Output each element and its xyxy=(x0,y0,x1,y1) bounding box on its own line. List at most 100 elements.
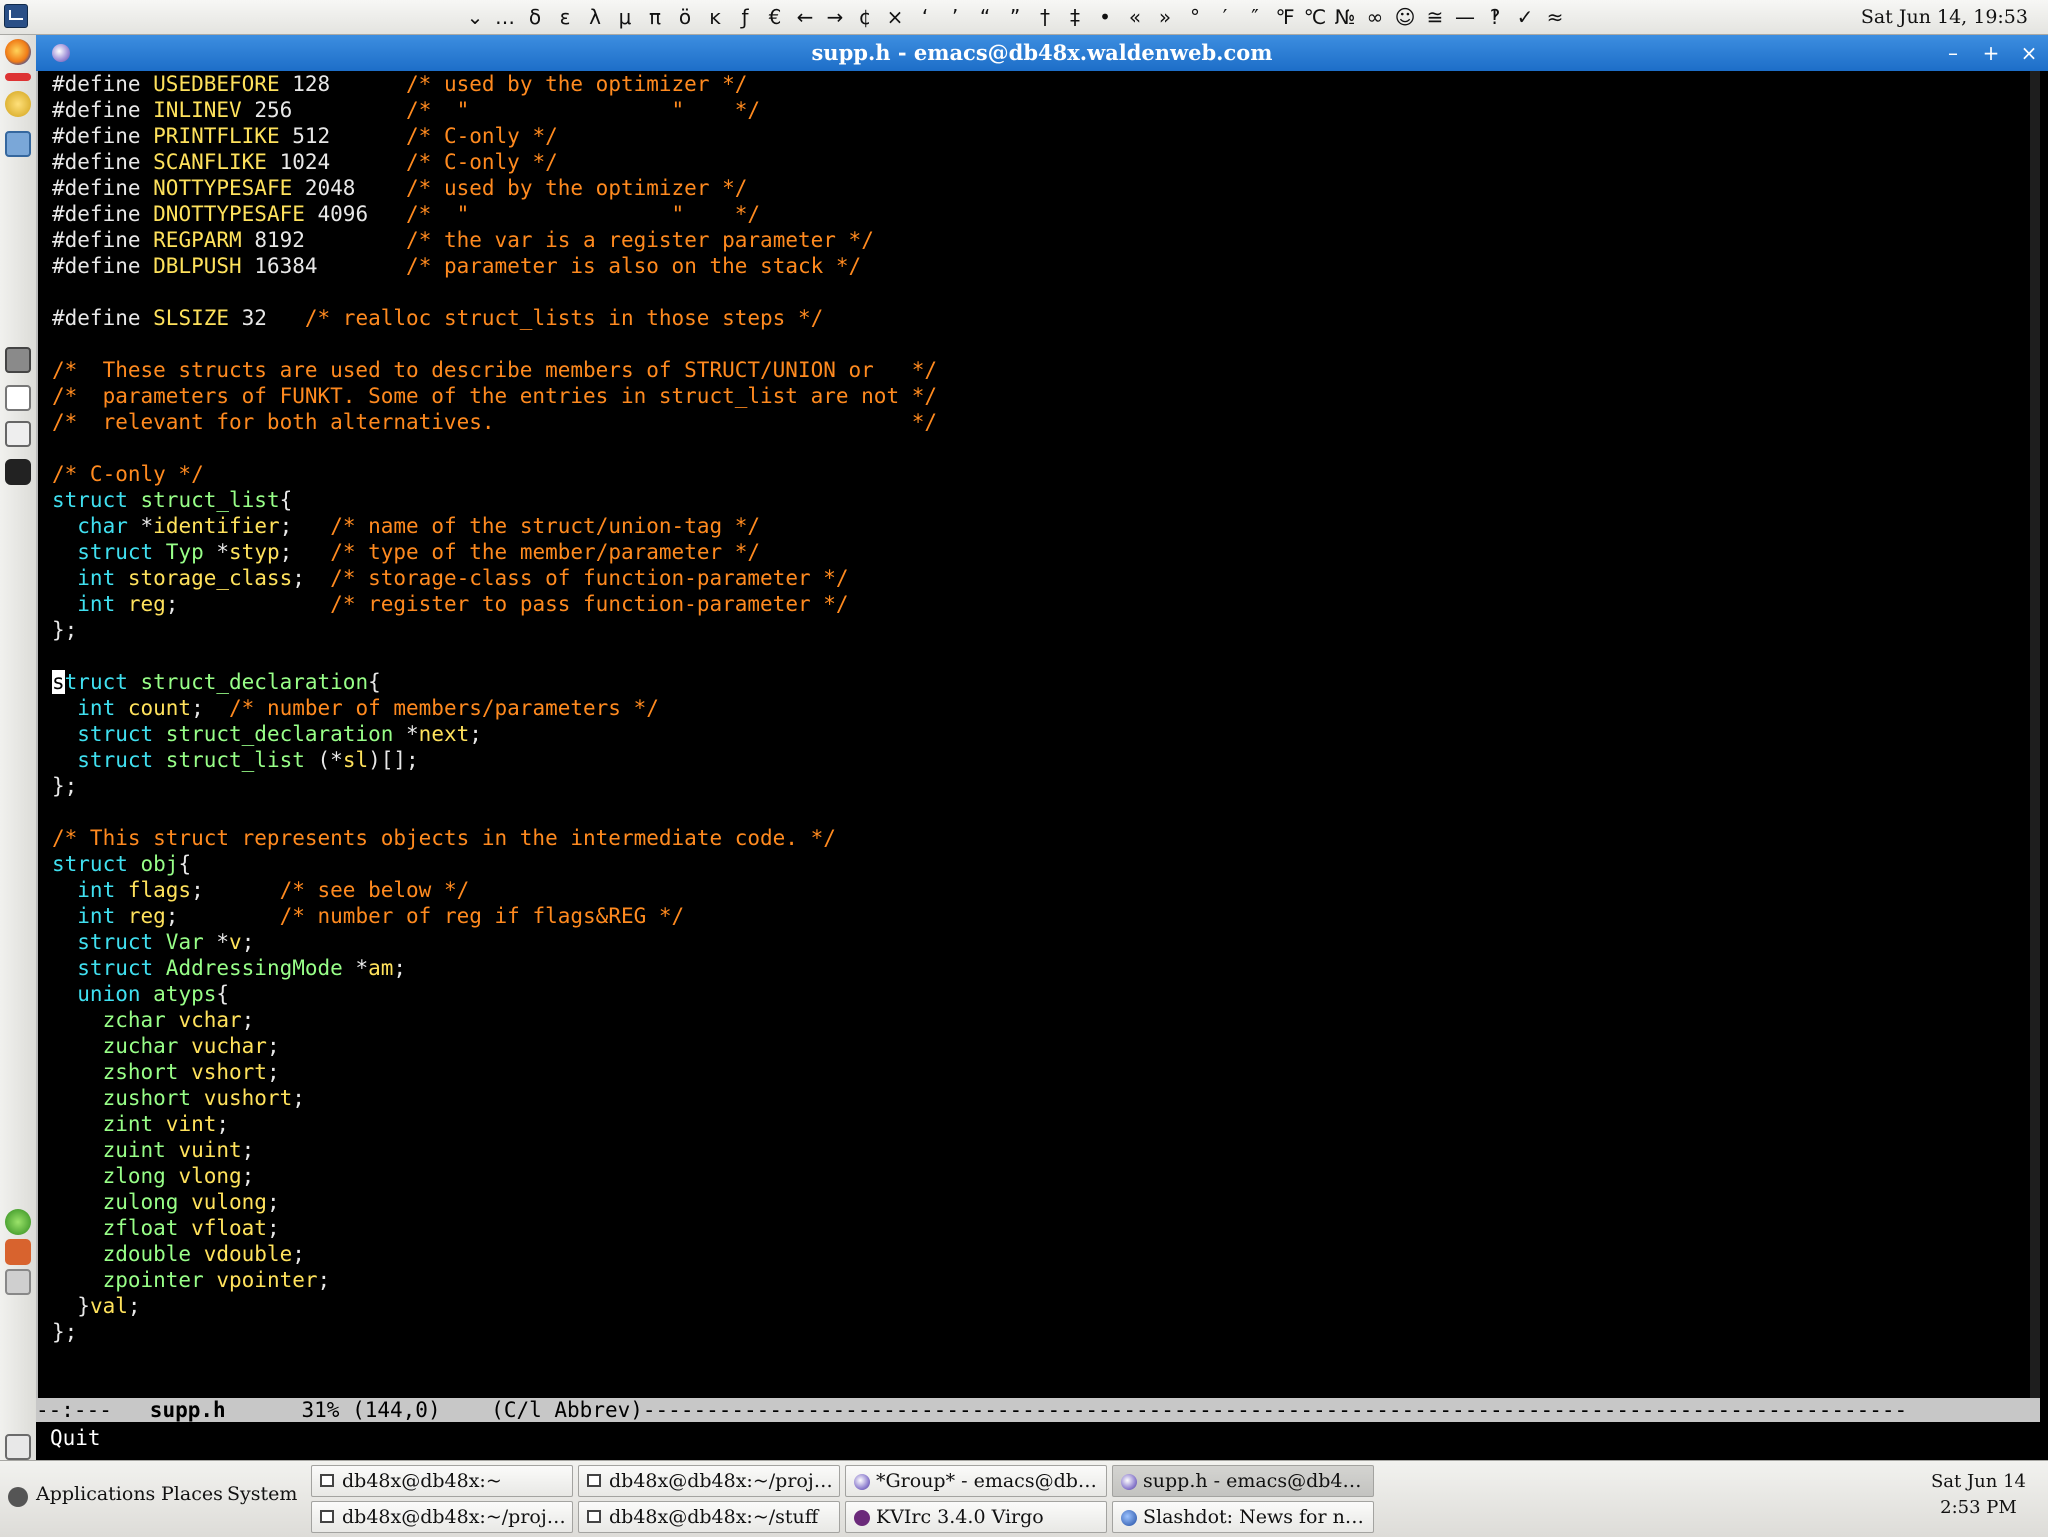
minibuffer[interactable]: Quit xyxy=(36,1422,2048,1460)
taskbar-item[interactable]: db48x@db48x:~/projec… xyxy=(578,1465,840,1497)
monitor-icon[interactable] xyxy=(5,131,31,157)
character-palette[interactable]: ⌄… δ ε λ μ π ö ĸ ƒ € ← → ¢ × ‘’ “” † ‡ • «» ° ′ ″ ℉ ℃ № ∞ ☺ ≅ — ‽ ✓ ≈ xyxy=(460,0,1570,34)
charmap-glyph[interactable]: » xyxy=(1150,5,1180,29)
taskbar-item[interactable]: KVIrc 3.4.0 Virgo xyxy=(845,1501,1107,1533)
code-line[interactable] xyxy=(52,331,937,357)
charmap-glyph[interactable]: ¢ xyxy=(850,5,880,29)
code-line[interactable] xyxy=(52,799,937,825)
code-line[interactable]: #define REGPARM 8192 /* the var is a reg… xyxy=(52,227,937,253)
charmap-glyph[interactable]: ĸ xyxy=(700,5,730,29)
code-line[interactable]: #define DBLPUSH 16384 /* parameter is al… xyxy=(52,253,937,279)
charmap-glyph[interactable]: ✓ xyxy=(1510,5,1540,29)
code-line[interactable] xyxy=(52,435,937,461)
code-line[interactable]: }val; xyxy=(52,1293,937,1319)
taskbar-item-active[interactable]: supp.h - emacs@db48x… xyxy=(1112,1465,1374,1497)
charmap-glyph[interactable]: ℃ xyxy=(1300,5,1330,29)
modeline-buffer-name[interactable]: supp.h xyxy=(150,1398,226,1422)
code-line[interactable]: #define INLINEV 256 /* " " */ xyxy=(52,97,937,123)
maximize-button[interactable]: + xyxy=(1974,39,2008,67)
charmap-glyph[interactable]: № xyxy=(1330,5,1360,29)
code-line[interactable]: zfloat vfloat; xyxy=(52,1215,937,1241)
charmap-glyph[interactable]: ′ xyxy=(1210,5,1240,29)
gnome-foot-icon[interactable] xyxy=(8,1487,28,1507)
window-titlebar[interactable]: supp.h - emacs@db48x.waldenweb.com – + × xyxy=(36,35,2048,71)
code-line[interactable]: struct obj{ xyxy=(52,851,937,877)
taskbar-item[interactable]: db48x@db48x:~/projec… xyxy=(311,1501,573,1533)
code-line[interactable]: struct AddressingMode *am; xyxy=(52,955,937,981)
menu-system[interactable]: System xyxy=(227,1483,297,1505)
modeline-mode[interactable]: (C/l Abbrev) xyxy=(491,1398,643,1422)
charmap-glyph[interactable]: λ xyxy=(580,5,610,29)
code-line[interactable]: char *identifier; /* name of the struct/… xyxy=(52,513,937,539)
code-line[interactable]: struct struct_declaration *next; xyxy=(52,721,937,747)
code-line[interactable]: #define SCANFLIKE 1024 /* C-only */ xyxy=(52,149,937,175)
code-line[interactable]: struct struct_list (*sl)[]; xyxy=(52,747,937,773)
code-line[interactable]: }; xyxy=(52,773,937,799)
code-line[interactable]: }; xyxy=(52,617,937,643)
show-desktop-icon[interactable] xyxy=(5,1434,31,1460)
charmap-glyph[interactable]: ‘ xyxy=(910,5,940,29)
main-menu-icon[interactable] xyxy=(4,4,28,28)
menu-applications[interactable]: Applications xyxy=(36,1483,155,1505)
editor-buffer[interactable]: #define USEDBEFORE 128 /* used by the op… xyxy=(36,71,2040,1398)
charmap-glyph[interactable]: ⌄ xyxy=(460,5,490,29)
taskbar-item[interactable]: Slashdot: News for ner… xyxy=(1112,1501,1374,1533)
code-line[interactable]: zint vint; xyxy=(52,1111,937,1137)
charmap-glyph[interactable]: → xyxy=(820,5,850,29)
camera-icon[interactable] xyxy=(5,459,31,485)
code-line[interactable]: /* This struct represents objects in the… xyxy=(52,825,937,851)
menu-places[interactable]: Places xyxy=(161,1483,223,1505)
charmap-glyph[interactable]: ƒ xyxy=(730,5,760,29)
code-line[interactable]: #define SLSIZE 32 /* realloc struct_list… xyxy=(52,305,937,331)
code-line[interactable]: #define NOTTYPESAFE 2048 /* used by the … xyxy=(52,175,937,201)
code-line[interactable]: zshort vshort; xyxy=(52,1059,937,1085)
code-line[interactable]: struct Var *v; xyxy=(52,929,937,955)
code-line[interactable]: struct struct_declaration{ xyxy=(52,669,937,695)
charmap-glyph[interactable]: ″ xyxy=(1240,5,1270,29)
code-line[interactable] xyxy=(52,279,937,305)
scrollbar[interactable] xyxy=(2030,71,2040,1398)
code-line[interactable]: struct Typ *styp; /* type of the member/… xyxy=(52,539,937,565)
taskbar-item[interactable]: db48x@db48x:~ xyxy=(311,1465,573,1497)
bottom-clock[interactable]: Sat Jun 14 2:53 PM xyxy=(1931,1469,2026,1521)
code-line[interactable]: zulong vulong; xyxy=(52,1189,937,1215)
charmap-glyph[interactable]: δ xyxy=(520,5,550,29)
code-line[interactable]: #define PRINTFLIKE 512 /* C-only */ xyxy=(52,123,937,149)
code-line[interactable]: zlong vlong; xyxy=(52,1163,937,1189)
text-editor-icon[interactable] xyxy=(5,385,31,411)
code-line[interactable]: #define DNOTTYPESAFE 4096 /* " " */ xyxy=(52,201,937,227)
charmap-glyph[interactable]: • xyxy=(1090,5,1120,29)
charmap-glyph[interactable]: ∞ xyxy=(1360,5,1390,29)
charmap-glyph[interactable]: × xyxy=(880,5,910,29)
charmap-glyph[interactable]: “ xyxy=(970,5,1000,29)
charmap-glyph[interactable]: μ xyxy=(610,5,640,29)
code-line[interactable]: /* parameters of FUNKT. Some of the entr… xyxy=(52,383,937,409)
charmap-glyph[interactable]: « xyxy=(1120,5,1150,29)
taskbar-item[interactable]: *Group* - emacs@db48… xyxy=(845,1465,1107,1497)
charmap-glyph[interactable]: … xyxy=(490,5,520,29)
charmap-glyph[interactable]: π xyxy=(640,5,670,29)
code-line[interactable]: union atyps{ xyxy=(52,981,937,1007)
charmap-glyph[interactable]: ☺ xyxy=(1390,5,1420,29)
charmap-glyph[interactable]: † xyxy=(1030,5,1060,29)
code-line[interactable]: int flags; /* see below */ xyxy=(52,877,937,903)
code-line[interactable]: int reg; /* register to pass function-pa… xyxy=(52,591,937,617)
code-line[interactable]: #define USEDBEFORE 128 /* used by the op… xyxy=(52,71,937,97)
top-clock[interactable]: Sat Jun 14, 19:53 xyxy=(1861,0,2028,34)
puzzle-icon[interactable] xyxy=(5,1239,31,1265)
firefox-icon[interactable] xyxy=(5,39,31,65)
ruler-icon[interactable] xyxy=(5,73,31,81)
code-line[interactable]: int count; /* number of members/paramete… xyxy=(52,695,937,721)
code-line[interactable]: zuchar vuchar; xyxy=(52,1033,937,1059)
charmap-glyph[interactable]: ℉ xyxy=(1270,5,1300,29)
charmap-glyph[interactable]: ö xyxy=(670,5,700,29)
charmap-glyph[interactable]: ‽ xyxy=(1480,5,1510,29)
update-icon[interactable] xyxy=(5,1209,31,1235)
code-line[interactable]: }; xyxy=(52,1319,937,1345)
code-text[interactable]: #define USEDBEFORE 128 /* used by the op… xyxy=(52,71,937,1345)
charmap-glyph[interactable]: — xyxy=(1450,5,1480,29)
code-line[interactable] xyxy=(52,643,937,669)
code-line[interactable]: zdouble vdouble; xyxy=(52,1241,937,1267)
charmap-glyph[interactable]: ” xyxy=(1000,5,1030,29)
charmap-glyph[interactable]: ≅ xyxy=(1420,5,1450,29)
